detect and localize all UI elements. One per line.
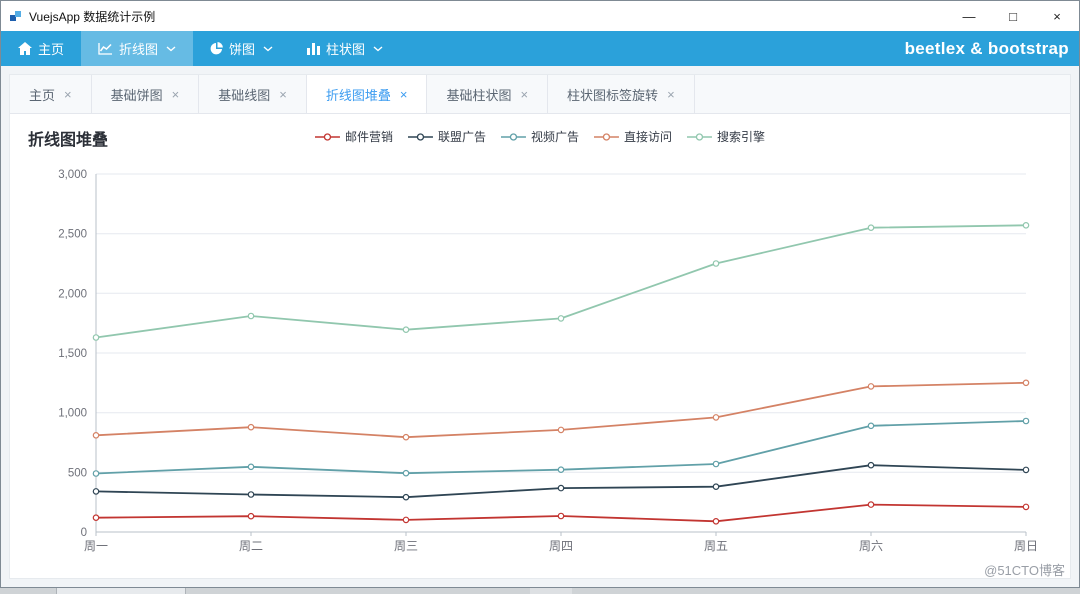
legend-item-直接访问[interactable]: 直接访问 [594,128,672,145]
legend-item-联盟广告[interactable]: 联盟广告 [408,128,486,145]
background-window-fragment [56,588,186,594]
close-tab-icon[interactable]: × [64,88,72,101]
chevron-down-icon [263,46,273,52]
chart-card: 主页 × 基础饼图 × 基础线图 × 折线图堆叠 × 基础柱状图 × 柱状图标签旋转 × 折线图堆叠 … [9,74,1071,579]
nav-item-折线图[interactable]: 折线图 [81,31,193,66]
tab-label: 基础饼图 [111,85,163,104]
tab-基础饼图[interactable]: 基础饼图 × [92,75,200,113]
tab-label: 折线图堆叠 [326,85,391,104]
home-icon [18,42,32,55]
svg-text:0: 0 [81,527,87,539]
navbar: 主页 折线图 饼图 柱状图 beetlex & bootstrap [1,31,1079,66]
watermark: @51CTO博客 [984,560,1065,579]
close-tab-icon[interactable]: × [400,88,408,101]
nav-item-label: 主页 [38,39,64,58]
app-window: VuejsApp 数据统计示例 — □ × 主页 折线图 饼图 柱状图 beetlex… [0,0,1080,588]
svg-text:2,500: 2,500 [58,229,87,241]
tab-bar: 主页 × 基础饼图 × 基础线图 × 折线图堆叠 × 基础柱状图 × 柱状图标签旋转 × [10,75,1070,114]
tab-label: 基础柱状图 [446,85,511,104]
svg-text:周一: 周一 [84,539,108,553]
tab-label: 主页 [29,85,55,104]
legend-item-视频广告[interactable]: 视频广告 [501,128,579,145]
window-title: VuejsApp 数据统计示例 [29,8,155,25]
pie-chart-icon [210,42,223,55]
chevron-down-icon [373,46,383,52]
legend-marker-icon [687,133,712,141]
maximize-button[interactable]: □ [991,1,1035,31]
tab-基础柱状图[interactable]: 基础柱状图 × [427,75,548,113]
svg-text:周三: 周三 [394,539,418,553]
close-tab-icon[interactable]: × [520,88,528,101]
svg-text:1,500: 1,500 [58,348,87,360]
svg-text:周六: 周六 [859,539,883,553]
svg-text:2,000: 2,000 [58,288,87,300]
background-window-sliver [0,588,1080,594]
legend-marker-icon [408,133,433,141]
svg-text:周日: 周日 [1014,539,1038,553]
close-tab-icon[interactable]: × [667,88,675,101]
legend-marker-icon [501,133,526,141]
legend-label: 直接访问 [624,128,672,145]
svg-text:1,000: 1,000 [58,408,87,420]
legend-label: 邮件营销 [345,128,393,145]
close-button[interactable]: × [1035,1,1079,31]
legend-marker-icon [315,133,340,141]
nav-item-柱状图[interactable]: 柱状图 [290,31,400,66]
navbar-items: 主页 折线图 饼图 柱状图 [1,31,400,66]
brand-text: beetlex & bootstrap [905,31,1079,66]
legend-marker-icon [594,133,619,141]
line-chart: 0 500 1,000 1,500 2,000 2,500 3,000 周一 周二 周三 周四 周五 周… [10,160,1070,569]
nav-item-label: 折线图 [119,39,158,58]
content-area: 主页 × 基础饼图 × 基础线图 × 折线图堆叠 × 基础柱状图 × 柱状图标签旋转 × 折线图堆叠 … [1,66,1079,587]
tab-柱状图标签旋转[interactable]: 柱状图标签旋转 × [548,75,695,113]
legend-item-邮件营销[interactable]: 邮件营销 [315,128,393,145]
tab-label: 柱状图标签旋转 [567,85,658,104]
tab-label: 基础线图 [218,85,270,104]
chevron-down-icon [166,46,176,52]
svg-text:500: 500 [68,467,87,479]
legend-item-搜索引擎[interactable]: 搜索引擎 [687,128,765,145]
window-controls: — □ × [947,1,1079,31]
chart-legend: 邮件营销 联盟广告 视频广告 直接访问 搜索引擎 [315,128,765,145]
tab-主页[interactable]: 主页 × [10,75,92,113]
nav-item-饼图[interactable]: 饼图 [193,31,290,66]
nav-item-主页[interactable]: 主页 [1,31,81,66]
legend-label: 视频广告 [531,128,579,145]
close-tab-icon[interactable]: × [279,88,287,101]
app-icon [9,9,23,23]
chart-header: 折线图堆叠 邮件营销联盟广告视频广告直接访问搜索引擎 [10,114,1070,160]
line-chart-svg: 0 500 1,000 1,500 2,000 2,500 3,000 周一 周二 周三 周四 周五 周… [18,162,1054,564]
minimize-button[interactable]: — [947,1,991,31]
title-bar: VuejsApp 数据统计示例 — □ × [1,1,1079,31]
line-chart-icon [98,43,113,55]
svg-text:3,000: 3,000 [58,169,87,181]
close-tab-icon[interactable]: × [172,88,180,101]
svg-text:周五: 周五 [704,539,728,553]
legend-label: 联盟广告 [438,128,486,145]
svg-text:周二: 周二 [239,539,263,553]
nav-item-label: 柱状图 [326,39,365,58]
svg-text:周四: 周四 [549,539,573,553]
tab-基础线图[interactable]: 基础线图 × [199,75,307,113]
bar-chart-icon [307,43,320,55]
tab-折线图堆叠[interactable]: 折线图堆叠 × [307,75,428,113]
background-window-fragment [530,588,572,594]
legend-label: 搜索引擎 [717,128,765,145]
nav-item-label: 饼图 [229,39,255,58]
